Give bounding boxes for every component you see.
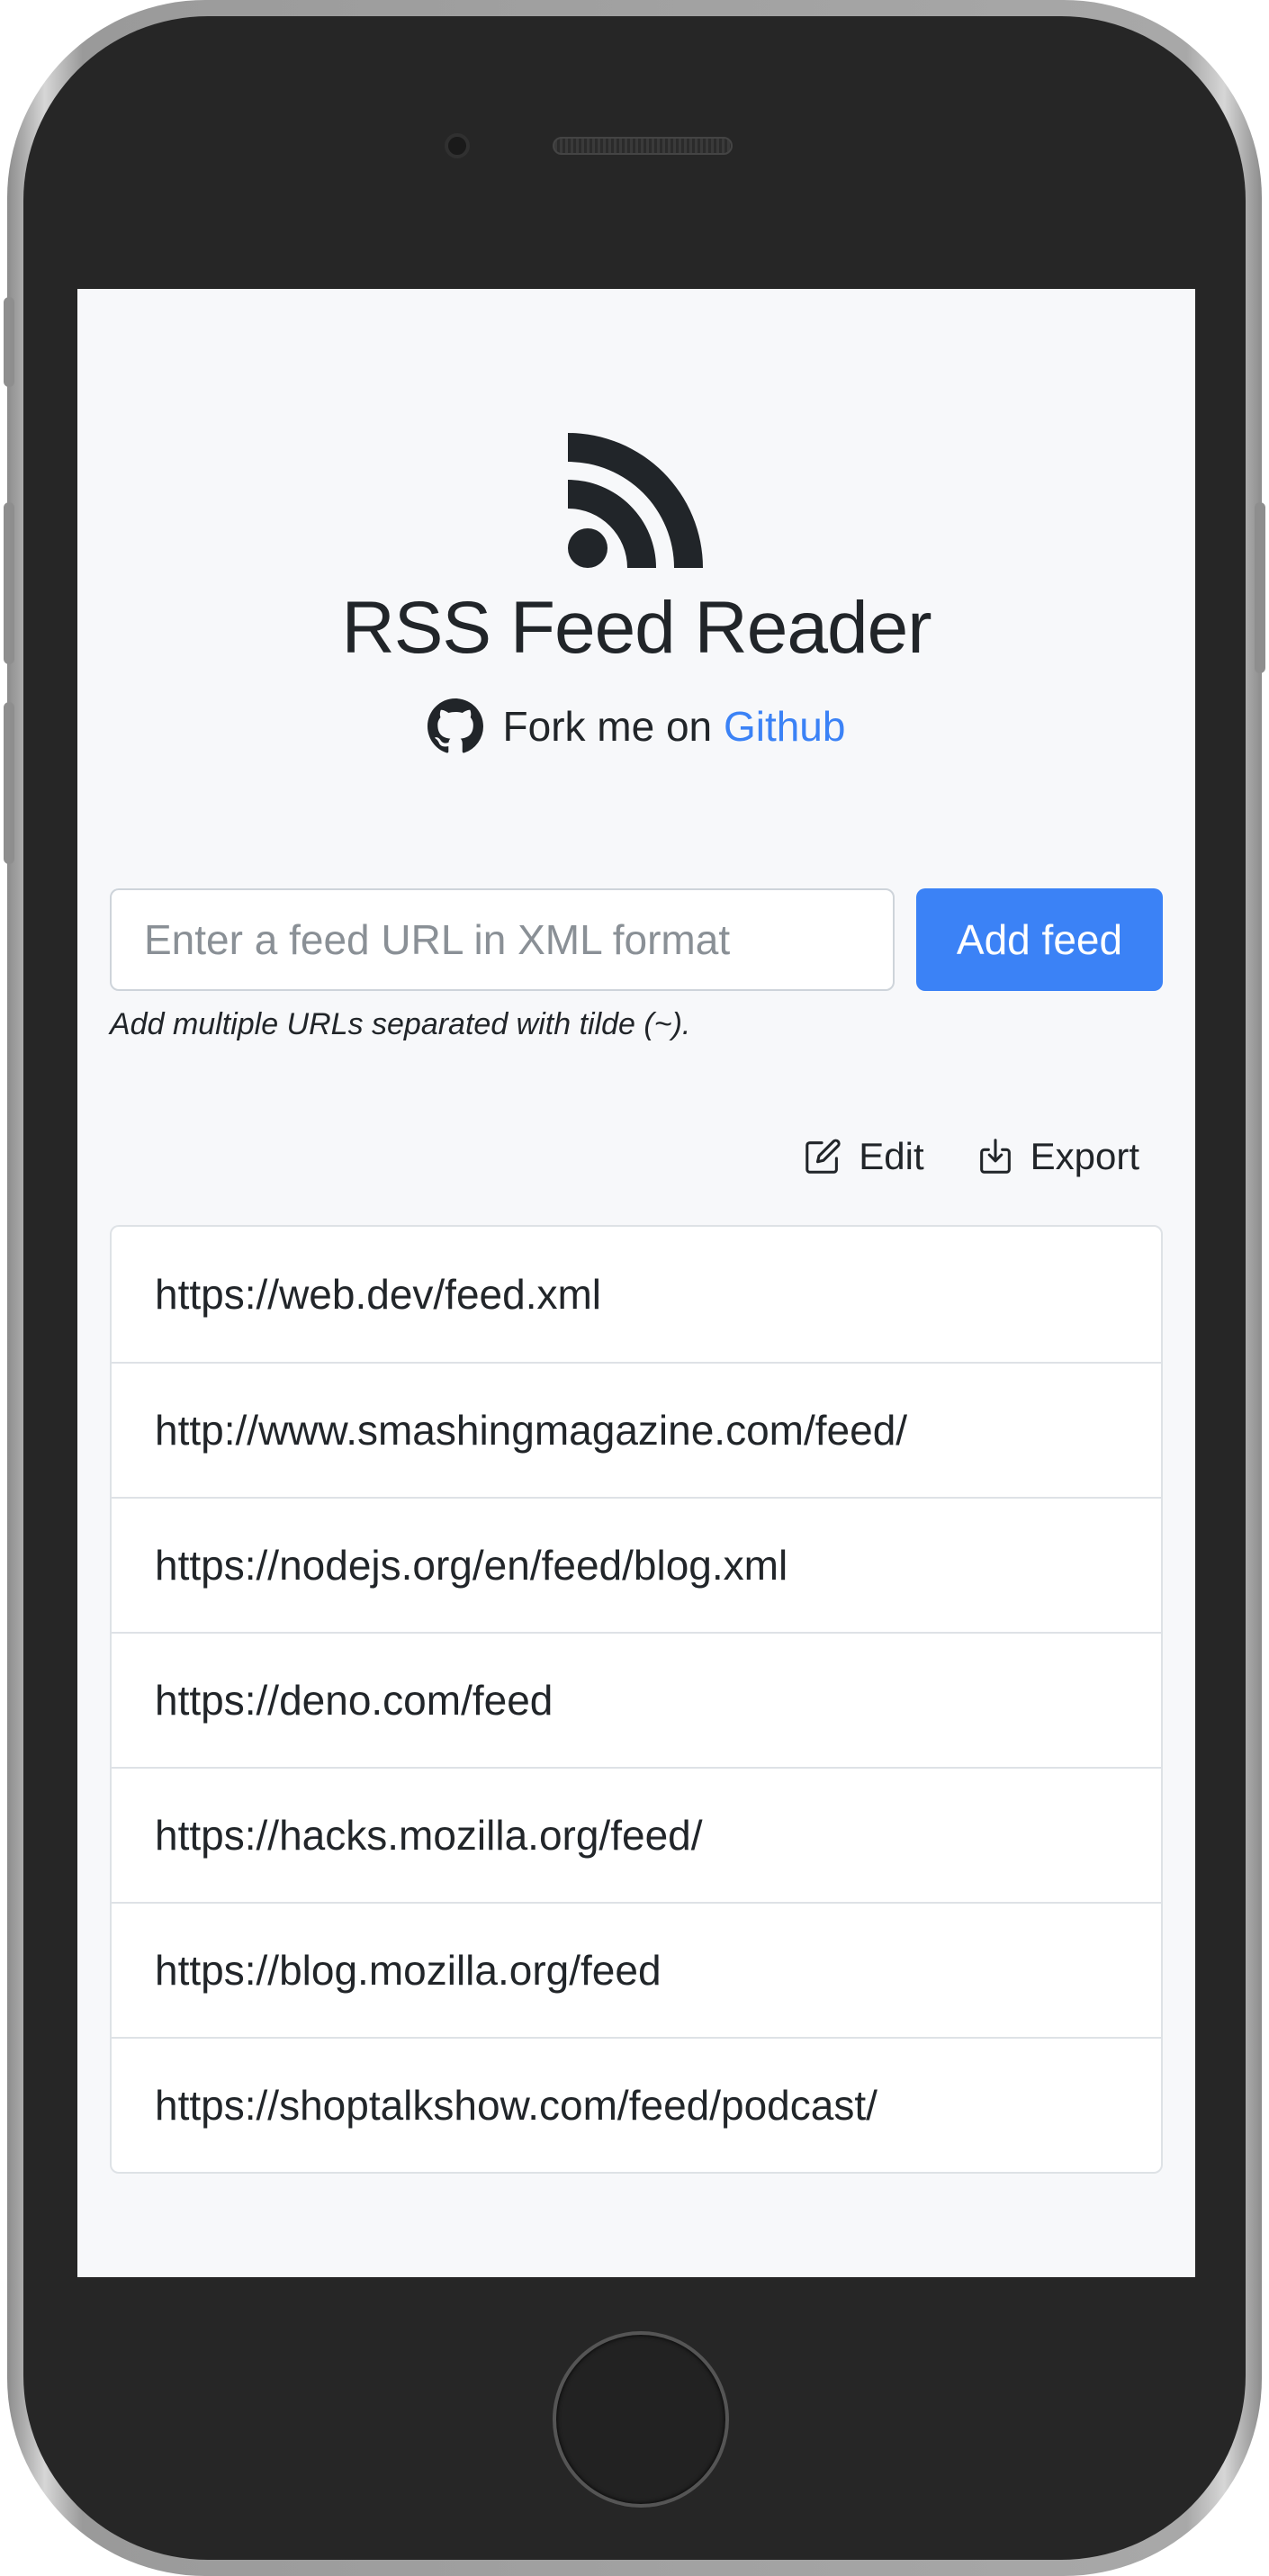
feed-list-item[interactable]: https://blog.mozilla.org/feed: [112, 1902, 1161, 2037]
feed-list-toolbar: Edit Export: [803, 1135, 1139, 1178]
feed-list-item[interactable]: https://hacks.mozilla.org/feed/: [112, 1767, 1161, 1902]
phone-frame: RSS Feed Reader Fork me on Github Add fe…: [4, 0, 1265, 2576]
add-feed-button[interactable]: Add feed: [916, 888, 1163, 991]
fork-me-label: Fork me on: [502, 703, 713, 750]
github-link[interactable]: Github: [724, 703, 846, 750]
rss-icon: [568, 433, 703, 568]
phone-mute-switch: [4, 297, 14, 387]
feed-list: https://web.dev/feed.xml http://www.smas…: [110, 1225, 1163, 2174]
github-icon: [427, 698, 483, 753]
phone-power-button: [1255, 502, 1265, 673]
front-camera: [445, 133, 470, 158]
edit-label: Edit: [859, 1135, 924, 1177]
feed-list-item[interactable]: http://www.smashingmagazine.com/feed/: [112, 1362, 1161, 1497]
feed-url-input[interactable]: [110, 888, 895, 991]
download-icon: [979, 1139, 1011, 1174]
page-title: RSS Feed Reader: [341, 587, 932, 669]
phone-volume-down-button: [4, 702, 14, 864]
edit-icon: [806, 1139, 841, 1174]
app-screen: RSS Feed Reader Fork me on Github Add fe…: [77, 289, 1195, 2277]
fork-me-text: Fork me on Github: [503, 702, 846, 751]
earpiece-speaker: [553, 137, 733, 155]
feed-input-help-text: Add multiple URLs separated with tilde (…: [110, 1007, 691, 1041]
home-button[interactable]: [553, 2331, 729, 2508]
feed-list-item[interactable]: https://nodejs.org/en/feed/blog.xml: [112, 1497, 1161, 1632]
fork-me-line: Fork me on Github: [77, 698, 1195, 754]
feed-list-item[interactable]: https://shoptalkshow.com/feed/podcast/: [112, 2037, 1161, 2172]
edit-button[interactable]: Edit: [803, 1135, 924, 1178]
export-button[interactable]: Export: [975, 1135, 1139, 1178]
feed-list-item[interactable]: https://web.dev/feed.xml: [112, 1227, 1161, 1362]
feed-list-item[interactable]: https://deno.com/feed: [112, 1632, 1161, 1767]
phone-volume-up-button: [4, 502, 14, 664]
export-label: Export: [1030, 1135, 1139, 1177]
